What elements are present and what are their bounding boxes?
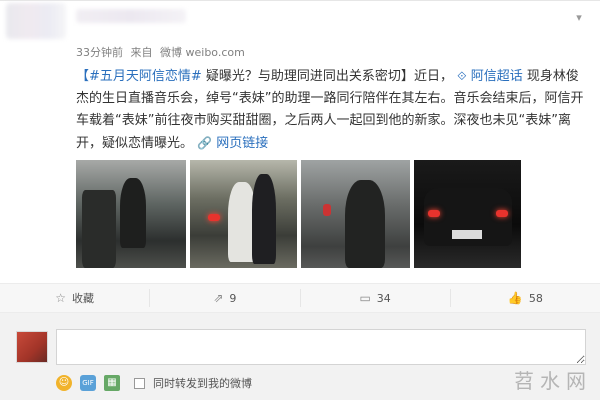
favorite-label: 收藏 (72, 292, 94, 305)
comment-icon: ▭ (359, 291, 371, 305)
comment-count: 34 (376, 291, 391, 305)
source-prefix: 来自 (130, 46, 153, 59)
link-icon: 🔗 (197, 136, 213, 150)
post-source[interactable]: 微博 weibo.com (160, 46, 245, 59)
comment-area: ☺ GIF ▦ 同时转发到我的微博 (0, 313, 600, 400)
repost-checkbox-label: 同时转发到我的微博 (153, 377, 252, 390)
emoji-icon[interactable]: ☺ (56, 375, 72, 391)
blurred-avatar (6, 3, 66, 39)
blurred-username (76, 9, 186, 23)
star-icon: ☆ (55, 291, 66, 305)
comment-button[interactable]: ▭ 34 (301, 289, 451, 307)
super-topic-icon: ⟐ (457, 69, 467, 83)
comment-toolbar: ☺ GIF ▦ 同时转发到我的微博 (56, 373, 252, 393)
action-bar: ☆ 收藏 ⇗ 9 ▭ 34 👍 58 (0, 283, 600, 313)
post-meta: 33分钟前 来自 微博 weibo.com (76, 44, 249, 60)
repost-button[interactable]: ⇗ 9 (150, 289, 301, 307)
post-body-intro: 近日， (413, 69, 453, 84)
post-text: 【#五月天阿信恋情# 疑曝光？与助理同进同出关系密切】近日， ⟐ 阿信超话 现身… (76, 65, 586, 155)
avatar[interactable] (16, 331, 48, 363)
like-count: 58 (528, 291, 543, 305)
repost-checkbox[interactable] (134, 377, 145, 389)
thumbs-up-icon: 👍 (507, 291, 523, 305)
favorite-button[interactable]: ☆ 收藏 (0, 289, 151, 307)
photo-4[interactable] (414, 160, 521, 268)
photo-1[interactable] (76, 160, 186, 268)
photo-3[interactable] (301, 160, 410, 268)
chevron-down-icon[interactable]: ▾ (572, 11, 586, 25)
hashtag-link[interactable]: 【#五月天阿信恋情# (76, 69, 202, 84)
weibo-post-card: ▾ 33分钟前 来自 微博 weibo.com 【#五月天阿信恋情# 疑曝光？与… (0, 0, 600, 400)
super-topic-link[interactable]: 阿信超话 (471, 69, 523, 84)
site-watermark: 苕水网 (514, 369, 592, 393)
repost-icon: ⇗ (213, 291, 224, 305)
photo-grid (76, 160, 521, 268)
photo-2[interactable] (190, 160, 297, 268)
post-headline: 疑曝光？与助理同进同出关系密切】 (201, 69, 414, 84)
comment-input[interactable] (56, 329, 586, 365)
gif-icon[interactable]: GIF (80, 375, 96, 391)
like-button[interactable]: 👍 58 (451, 289, 600, 307)
picture-icon[interactable]: ▦ (104, 375, 120, 391)
web-link[interactable]: 网页链接 (216, 136, 268, 151)
post-time[interactable]: 33分钟前 (76, 46, 123, 59)
repost-count: 9 (229, 291, 237, 305)
